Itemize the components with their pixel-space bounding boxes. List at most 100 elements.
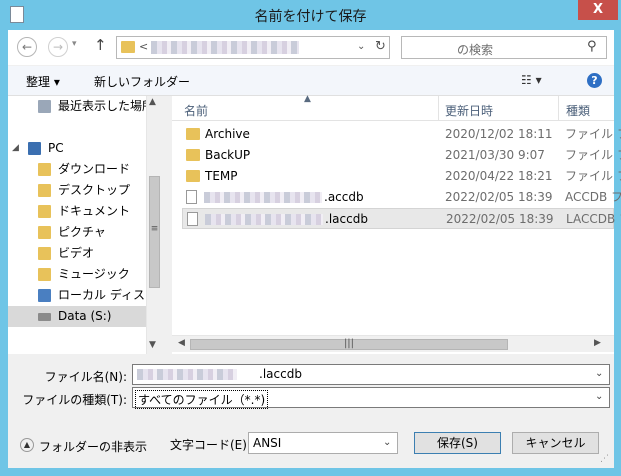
nav-item-recent-places[interactable]: 最近表示した場所 xyxy=(8,96,146,117)
cancel-button[interactable]: キャンセル xyxy=(512,432,599,454)
file-name: Archive xyxy=(205,127,250,141)
folder-icon xyxy=(186,149,200,161)
encoding-select[interactable]: ANSI ⌄ xyxy=(248,432,398,454)
filetype-select[interactable]: すべてのファイル（*.*) ⌄ xyxy=(132,387,610,409)
filename-redacted xyxy=(137,369,237,380)
table-row[interactable]: BackUP 2021/03/30 9:07 ファイル フ xyxy=(182,145,621,166)
sort-ascending-icon: ▲ xyxy=(304,94,311,104)
encoding-value: ANSI xyxy=(253,436,282,450)
nav-item-data-drive[interactable]: Data (S:) xyxy=(8,306,146,327)
resize-grip-icon[interactable]: ⋰ xyxy=(600,454,609,464)
file-date: 2020/12/02 18:11 xyxy=(445,127,553,141)
chevron-down-icon[interactable]: ⌄ xyxy=(595,368,603,379)
view-options-icon[interactable]: ☷ ▾ xyxy=(521,73,542,87)
nav-item-desktop[interactable]: デスクトップ xyxy=(8,180,146,201)
nav-item-pc[interactable]: ◢ PC xyxy=(8,138,146,159)
file-name: .accdb xyxy=(324,190,364,204)
nav-item-label: Data (S:) xyxy=(58,309,112,323)
scroll-up-arrow-icon[interactable]: ▲ xyxy=(149,97,156,107)
address-row: ← → ▾ ↑ < ⌄ ↻ の検索 ⚲ xyxy=(8,30,614,65)
address-prefix[interactable]: < xyxy=(139,40,148,53)
computer-icon xyxy=(28,142,41,155)
file-type: ファイル フ xyxy=(565,169,621,183)
nav-item-documents[interactable]: ドキュメント xyxy=(8,201,146,222)
music-folder-icon xyxy=(38,268,51,281)
help-icon[interactable]: ? xyxy=(587,73,602,88)
nav-item-label: デスクトップ xyxy=(58,183,131,197)
file-type: LACCDB フ xyxy=(566,212,621,226)
save-button[interactable]: 保存(S) xyxy=(414,432,501,454)
organize-button[interactable]: 整理 ▾ xyxy=(26,73,60,90)
chevron-down-icon[interactable]: ⌄ xyxy=(595,391,603,402)
refresh-icon[interactable]: ↻ xyxy=(375,39,386,54)
pictures-folder-icon xyxy=(38,226,51,239)
navigation-pane: 最近表示した場所 ◢ PC ダウンロード デスクトップ ドキュメント ピクチャ … xyxy=(8,96,162,354)
documents-folder-icon xyxy=(38,205,51,218)
table-row[interactable]: TEMP 2020/04/22 18:21 ファイル フ xyxy=(182,166,621,187)
folder-icon xyxy=(186,170,200,182)
file-type: ファイル フ xyxy=(565,148,621,162)
file-type: ファイル フ xyxy=(565,127,621,141)
data-drive-icon xyxy=(38,313,51,321)
nav-item-label: ミュージック xyxy=(58,267,130,281)
recent-locations-chevron-icon[interactable]: ▾ xyxy=(72,39,77,49)
filename-label: ファイル名(N): xyxy=(44,370,127,384)
table-row[interactable]: Archive 2020/12/02 18:11 ファイル フ xyxy=(182,124,621,145)
file-name-redacted xyxy=(204,192,322,203)
nav-item-music[interactable]: ミュージック xyxy=(8,264,146,285)
nav-item-label: ドキュメント xyxy=(58,204,131,218)
recent-places-icon xyxy=(38,100,51,113)
column-header-date[interactable]: 更新日時 xyxy=(445,102,493,119)
back-button[interactable]: ← xyxy=(17,37,37,57)
table-row-selected[interactable]: .laccdb 2022/02/05 18:39 LACCDB フ xyxy=(182,208,621,229)
scroll-left-arrow-icon[interactable]: ◀ xyxy=(178,338,185,348)
file-date: 2022/02/05 18:39 xyxy=(445,190,553,204)
close-button[interactable]: X xyxy=(578,0,618,20)
column-divider[interactable] xyxy=(558,96,559,121)
videos-folder-icon xyxy=(38,247,51,260)
scroll-down-arrow-icon[interactable]: ▼ xyxy=(149,340,156,350)
local-disk-icon xyxy=(38,289,51,302)
dialog-client-area: ← → ▾ ↑ < ⌄ ↻ の検索 ⚲ 整理 ▾ 新しいフォルダー ☷ ▾ ? … xyxy=(8,30,621,468)
filetype-label: ファイルの種類(T): xyxy=(22,393,127,407)
nav-vertical-scrollbar[interactable]: ▲ ≡ ▼ xyxy=(146,96,162,354)
file-icon xyxy=(187,212,198,226)
nav-item-downloads[interactable]: ダウンロード xyxy=(8,159,146,180)
nav-item-videos[interactable]: ビデオ xyxy=(8,243,146,264)
column-header-name[interactable]: 名前 xyxy=(184,102,208,119)
file-list: ▲ 名前 更新日時 種類 Archive 2020/12/02 18:11 ファ… xyxy=(172,94,621,354)
address-dropdown-chevron-icon[interactable]: ⌄ xyxy=(357,41,365,52)
desktop-folder-icon xyxy=(38,184,51,197)
forward-button[interactable]: → xyxy=(48,37,68,57)
new-folder-button[interactable]: 新しいフォルダー xyxy=(94,73,190,90)
address-bar[interactable]: < ⌄ ↻ xyxy=(116,36,390,59)
nav-scroll-thumb[interactable]: ≡ xyxy=(149,176,160,288)
file-name: BackUP xyxy=(205,148,251,162)
file-list-horizontal-scrollbar[interactable]: ◀ ||| ▶ xyxy=(172,335,614,352)
expand-chevron-icon[interactable]: ◢ xyxy=(12,138,25,153)
column-divider[interactable] xyxy=(438,96,439,121)
nav-item-label: ダウンロード xyxy=(58,162,131,176)
scroll-grip-icon: ||| xyxy=(343,338,355,349)
horizontal-scroll-thumb[interactable]: ||| xyxy=(190,338,508,350)
file-type: ACCDB ファ xyxy=(565,190,621,204)
file-icon xyxy=(186,190,197,204)
file-name-redacted xyxy=(205,214,323,225)
table-row[interactable]: .accdb 2022/02/05 18:39 ACCDB ファ xyxy=(182,187,621,208)
file-date: 2020/04/22 18:21 xyxy=(445,169,553,183)
title-bar[interactable]: 名前を付けて保存 X xyxy=(0,0,621,30)
folder-icon xyxy=(121,41,135,53)
scroll-right-arrow-icon[interactable]: ▶ xyxy=(594,338,601,348)
nav-item-local-disk[interactable]: ローカル ディスク (C xyxy=(8,285,146,306)
nav-item-label: ローカル ディスク (C xyxy=(58,288,146,302)
filename-input[interactable]: .laccdb ⌄ xyxy=(132,364,610,385)
search-icon[interactable]: ⚲ xyxy=(587,39,597,54)
up-arrow-icon[interactable]: ↑ xyxy=(94,36,107,54)
column-header-type[interactable]: 種類 xyxy=(566,102,590,119)
downloads-folder-icon xyxy=(38,163,51,176)
file-name: TEMP xyxy=(205,169,238,183)
search-field[interactable]: の検索 ⚲ xyxy=(401,36,607,59)
hide-folders-label: フォルダーの非表示 xyxy=(39,440,148,454)
nav-item-pictures[interactable]: ピクチャ xyxy=(8,222,146,243)
nav-item-label: 最近表示した場所 xyxy=(58,99,146,113)
